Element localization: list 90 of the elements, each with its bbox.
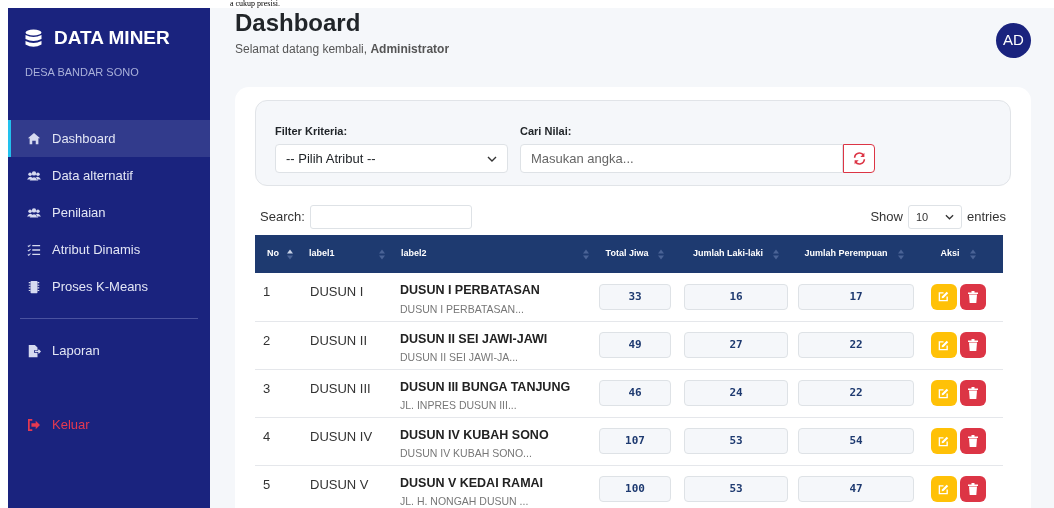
field-label: Filter Kriteria: [275, 123, 349, 139]
row-number: 1 [263, 284, 271, 299]
users-icon [27, 168, 41, 183]
trash-icon [967, 339, 978, 351]
chevron-down-icon [487, 155, 497, 162]
column-header[interactable]: Jumlah Perempuan [795, 235, 913, 273]
nav-item[interactable]: Laporan [8, 332, 210, 369]
location-name: DUSUN III BUNGA TANJUNG [400, 378, 572, 396]
delete-button[interactable] [959, 332, 986, 358]
row-number: 3 [263, 380, 271, 396]
welcome-text: Selamat datang kembali, Administrator [235, 41, 450, 58]
search-label: Search: [260, 208, 305, 227]
checklist-icon [27, 242, 41, 257]
row-number: 5 [263, 476, 271, 492]
trash-icon [967, 387, 978, 399]
table-cell: DUSUN III [310, 380, 371, 396]
delete-button[interactable] [959, 428, 986, 454]
value-field: 100 [599, 476, 671, 502]
brand-subtitle: DESA BANDAR SONO [24, 64, 140, 80]
value-field: 33 [599, 283, 671, 310]
column-header[interactable]: Aksi [913, 235, 1003, 273]
chip-icon [27, 279, 41, 294]
page-size-select[interactable]: 10 [907, 205, 962, 229]
reset-button[interactable] [843, 144, 875, 173]
value-field: 22 [798, 380, 914, 406]
refresh-icon [852, 152, 866, 165]
value-field: 17 [798, 283, 914, 310]
value-field: 53 [684, 476, 788, 502]
location-address: DUSUN II SEI JAWI-JA... [400, 350, 520, 366]
column-header[interactable]: Total Jiwa [593, 235, 677, 273]
nav-item[interactable]: Dashboard [8, 120, 210, 157]
table-cell: DUSUN II [310, 332, 368, 348]
edit-icon [938, 339, 949, 351]
trash-icon [967, 483, 978, 495]
trash-icon [967, 290, 978, 303]
edit-icon [938, 435, 949, 447]
page-title: Dashboard [235, 9, 362, 37]
edit-icon [938, 483, 949, 495]
edit-icon [938, 291, 949, 303]
field-label: Cari Nilai: [520, 123, 573, 139]
table-cell: DUSUN V [310, 476, 369, 492]
column-header[interactable]: label2 [389, 235, 593, 273]
location-name: DUSUN V KEDAI RAMAI [400, 474, 545, 492]
location-name: DUSUN IV KUBAH SONO [400, 426, 550, 444]
value-field: 54 [798, 428, 914, 454]
location-address: JL. INPRES DUSUN III... [400, 398, 518, 414]
column-header[interactable]: No [255, 235, 297, 273]
brand-title: DATA MINER [54, 26, 170, 50]
value-field: 46 [599, 380, 671, 406]
location-name: DUSUN II SEI JAWI-JAWI [400, 330, 549, 348]
nav-item[interactable]: Penilaian [8, 194, 210, 231]
entries-label: entries [966, 208, 1006, 227]
nav-item[interactable]: Proses K-Means [8, 268, 210, 305]
sign-out-icon [27, 418, 41, 431]
attribute-select[interactable]: -- Pilih Atribut -- [275, 144, 508, 173]
trash-icon [967, 435, 978, 447]
users-icon [27, 205, 41, 220]
delete-button[interactable] [959, 283, 986, 310]
value-search-field[interactable]: Masukan angka... [520, 144, 843, 173]
value-field: 27 [684, 332, 788, 358]
user-avatar[interactable]: AD [996, 23, 1031, 58]
value-field: 47 [798, 476, 914, 502]
home-icon [27, 131, 41, 146]
location-address: JL. H. NONGAH DUSUN ... [400, 494, 530, 508]
database-icon [25, 28, 42, 48]
search-field[interactable] [309, 205, 472, 229]
location-address: DUSUN I PERBATASAN... [400, 301, 525, 317]
value-field: 24 [684, 380, 788, 406]
column-header[interactable]: Jumlah Laki-laki [677, 235, 795, 273]
file-export-icon [27, 343, 41, 358]
table-cell: DUSUN IV [310, 428, 373, 444]
delete-button[interactable] [959, 380, 986, 406]
edit-icon [938, 387, 949, 399]
location-address: DUSUN IV KUBAH SONO... [400, 446, 533, 462]
row-number: 2 [263, 332, 271, 348]
location-name: DUSUN I PERBATASAN [400, 282, 541, 299]
chevron-down-icon [944, 214, 954, 220]
delete-button[interactable] [959, 476, 986, 502]
value-field: 22 [798, 332, 914, 358]
value-field: 107 [599, 428, 671, 454]
table-cell: DUSUN I [310, 284, 364, 299]
value-field: 49 [599, 332, 671, 358]
nav-item[interactable]: Atribut Dinamis [8, 231, 210, 268]
show-label: Show [870, 208, 903, 227]
value-field: 53 [684, 428, 788, 454]
caption-text: a cukup presisi. [230, 0, 280, 8]
nav-item[interactable]: Data alternatif [8, 157, 210, 194]
column-header[interactable]: label1 [297, 235, 389, 273]
row-number: 4 [263, 428, 271, 444]
value-field: 16 [684, 283, 788, 310]
